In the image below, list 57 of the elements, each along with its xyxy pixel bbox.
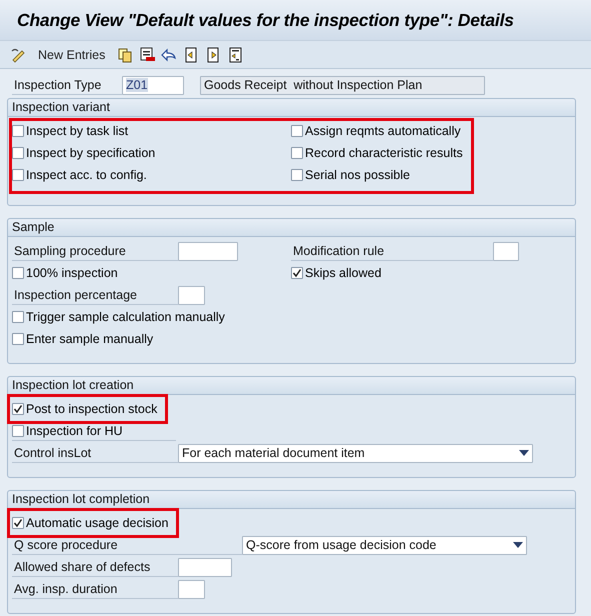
dropdown-arrow-icon[interactable] <box>513 542 523 548</box>
checkbox[interactable] <box>12 517 24 529</box>
checkbox-label: 100% inspection <box>26 266 118 280</box>
section-title: Inspection variant <box>8 99 575 117</box>
checkbox[interactable] <box>291 147 303 159</box>
inspection-type-field[interactable]: Z01 <box>122 76 184 94</box>
checkbox[interactable] <box>291 125 303 137</box>
checkbox[interactable] <box>291 169 303 181</box>
input-field[interactable] <box>493 242 519 260</box>
next-page-icon[interactable] <box>205 46 222 62</box>
copy-icon[interactable] <box>117 46 134 62</box>
checkbox-label: Enter sample manually <box>26 332 154 346</box>
checkbox-label: Inspection for HU <box>26 424 123 438</box>
checkbox[interactable] <box>12 125 24 137</box>
checkbox-label: Skips allowed <box>305 266 382 280</box>
checkbox-label: Trigger sample calculation manually <box>26 310 225 324</box>
edit-pencil-icon[interactable] <box>10 46 26 62</box>
field-label: Q score procedure <box>12 535 242 555</box>
field-label: Avg. insp. duration <box>12 579 178 599</box>
input-field[interactable] <box>178 580 205 598</box>
checkbox[interactable] <box>12 147 24 159</box>
field-label: Modification rule <box>291 241 493 261</box>
checkbox[interactable] <box>12 403 24 415</box>
checkbox-label: Inspect acc. to config. <box>26 168 147 182</box>
checkbox[interactable] <box>12 333 24 345</box>
dropdown-field[interactable]: Q-score from usage decision code <box>242 536 527 554</box>
field-label: Allowed share of defects <box>12 557 178 577</box>
checkbox[interactable] <box>12 267 24 279</box>
dropdown-arrow-icon[interactable] <box>519 450 529 456</box>
input-field[interactable] <box>178 286 205 304</box>
window-title: Change View "Default values for the inspection type": Details <box>17 10 514 30</box>
description-field: Goods Receipt without Inspection Plan <box>200 76 485 94</box>
input-field[interactable] <box>178 242 238 260</box>
checkbox-label: Serial nos possible <box>305 168 410 182</box>
checkbox-label: Inspect by task list <box>26 124 128 138</box>
document-list-icon[interactable] <box>227 46 244 62</box>
checkbox-label: Automatic usage decision <box>26 516 168 530</box>
input-field[interactable] <box>178 558 232 576</box>
checkbox-label: Assign reqmts automatically <box>305 124 461 138</box>
section-title: Sample <box>8 219 575 237</box>
section-title: Inspection lot completion <box>8 491 575 509</box>
checkbox-label: Post to inspection stock <box>26 402 158 416</box>
delete-icon[interactable] <box>139 46 156 62</box>
checkbox[interactable] <box>291 267 303 279</box>
previous-page-icon[interactable] <box>183 46 200 62</box>
undo-icon[interactable] <box>161 46 178 62</box>
field-label: Inspection percentage <box>12 285 178 305</box>
field-label: Control insLot <box>12 443 178 463</box>
field-label: Sampling procedure <box>12 241 178 261</box>
checkbox[interactable] <box>12 424 24 436</box>
checkbox-label: Inspect by specification <box>26 146 156 160</box>
new-entries-button[interactable]: New Entries <box>32 48 112 62</box>
checkbox-label: Record characteristic results <box>305 146 463 160</box>
dropdown-field[interactable]: For each material document item <box>178 444 533 462</box>
checkbox[interactable] <box>12 169 24 181</box>
checkbox[interactable] <box>12 311 24 323</box>
section-title: Inspection lot creation <box>8 377 575 395</box>
